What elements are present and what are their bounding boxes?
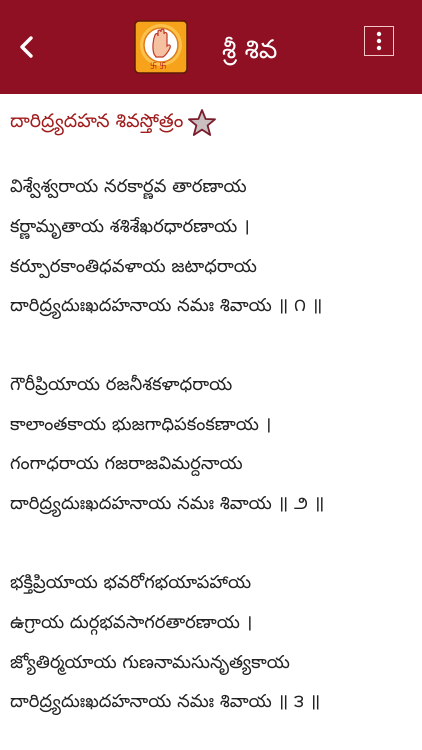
chevron-left-icon — [20, 36, 33, 58]
svg-text:卐 卐: 卐 卐 — [150, 62, 166, 70]
favorite-button[interactable] — [187, 108, 217, 138]
verse-line: గౌరీప్రియాయ రజనీశకళాధరాయ — [10, 374, 233, 395]
verse-line: జ్యోతిర్మయాయ గుణనామసునృత్యకాయ — [10, 652, 290, 673]
app-logo: 卐 卐 — [134, 20, 188, 74]
back-button[interactable] — [10, 30, 44, 64]
verse-line: కాలాంతకాయ భుజగాధిపకంకణాయ । — [10, 414, 272, 435]
overflow-menu-button[interactable] — [364, 26, 394, 56]
stotram-content[interactable]: దారిద్ర్యదహన శివస్తోత్రం విశ్వేశ్వరాయ నర… — [0, 94, 422, 750]
app-title: శ్రీ శివ — [222, 35, 278, 65]
verse-line: గంగాధరాయ గజరాజవిమర్దనాయ — [10, 453, 243, 474]
verse-line: దారిద్ర్యదుఃఖదహనాయ నమః శివాయ ॥ ౧ ॥ — [10, 295, 323, 316]
app-bar: 卐 卐 శ్రీ శివ — [0, 0, 422, 94]
verse-line: దారిద్ర్యదుఃఖదహనాయ నమః శివాయ ॥ ౨ ॥ — [10, 493, 325, 514]
verse-line: భక్తిప్రియాయ భవరోగభయాపహాయ — [10, 572, 252, 593]
vertical-dots-icon — [376, 31, 382, 51]
stotram-title: దారిద్ర్యదహన శివస్తోత్రం — [10, 109, 184, 132]
star-outline-icon — [188, 109, 217, 136]
verse-line: దారిద్ర్యదుఃఖదహనాయ నమః శివాయ ॥ ౩ ॥ — [10, 691, 321, 712]
stotram-header: దారిద్ర్యదహన శివస్తోత్రం — [10, 102, 217, 144]
verse-line: కర్పూరకాంతిధవళాయ జటాధరాయ — [10, 256, 257, 277]
verse-line: విశ్వేశ్వరాయ నరకార్ణవ తారణాయ — [10, 176, 247, 197]
verse-line: ఉగ్రాయ దుర్గభవసాగరతారణాయ । — [10, 612, 253, 633]
verse-line: కర్ణామృతాయ శశిశేఖరధారణాయ । — [10, 216, 250, 237]
